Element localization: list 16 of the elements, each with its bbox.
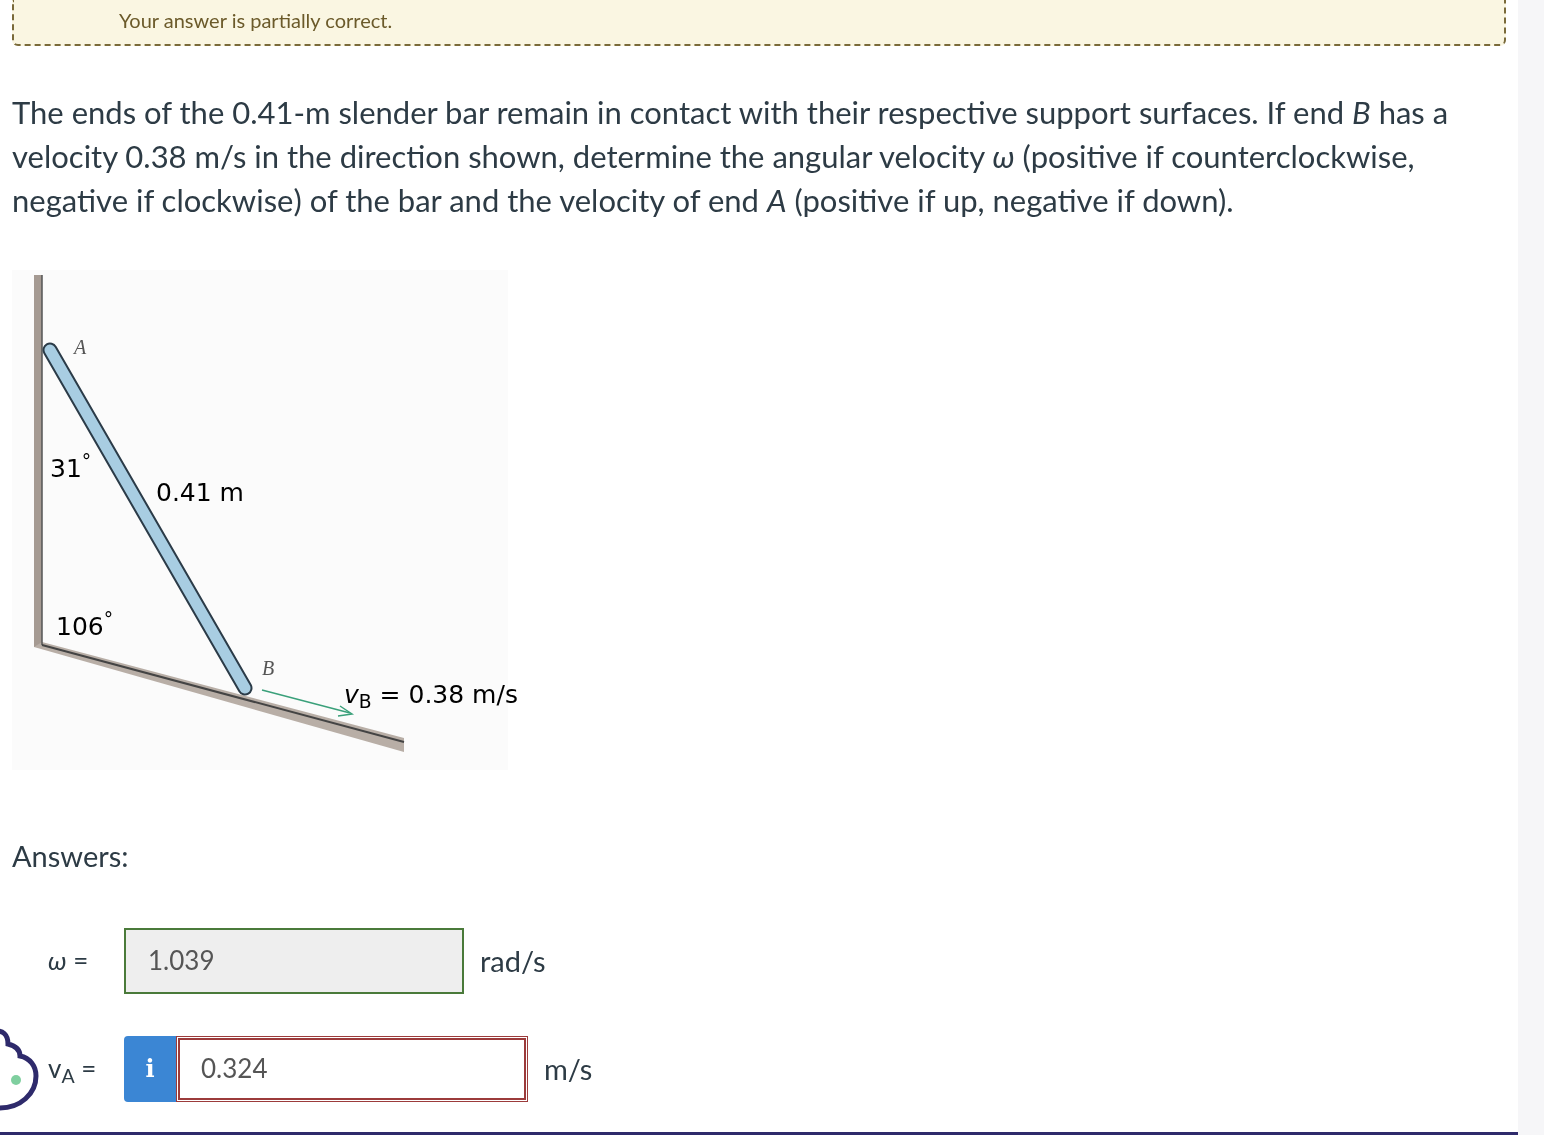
dimension-label: 106$^{°}$: [56, 608, 114, 643]
unit-label: m/s: [544, 1049, 593, 1088]
feedback-text: Your answer is partially correct.: [119, 10, 393, 30]
problem-statement: The ends of the 0.41-m slender bar remain in contact with their respective support surfaces. If end B has a velocity 0.38 m/s in the direction shown, determine the angular velocity ω (positive if counterclockwise, negative if clockwise) of the bar and the velocity of end A (positive if up, negative if down).: [12, 92, 1450, 221]
answer-label: v$_{A}$ =: [47, 1051, 98, 1088]
point-label: A: [74, 335, 87, 360]
answer-label: ω =: [47, 943, 90, 978]
answers-heading: Answers:: [12, 837, 130, 875]
answer-field[interactable]: 1.039: [124, 927, 464, 994]
unit-label: rad/s: [480, 941, 546, 980]
dimension-label: 0.41 m: [156, 477, 244, 509]
point-label: B: [262, 656, 275, 681]
info-button[interactable]: i: [124, 1035, 176, 1102]
dimension-label: v$_{B}$ = 0.38 m/s: [344, 679, 518, 714]
answer-field[interactable]: 0.324: [176, 1035, 528, 1102]
dimension-label: 31$^{°}$: [50, 450, 92, 485]
